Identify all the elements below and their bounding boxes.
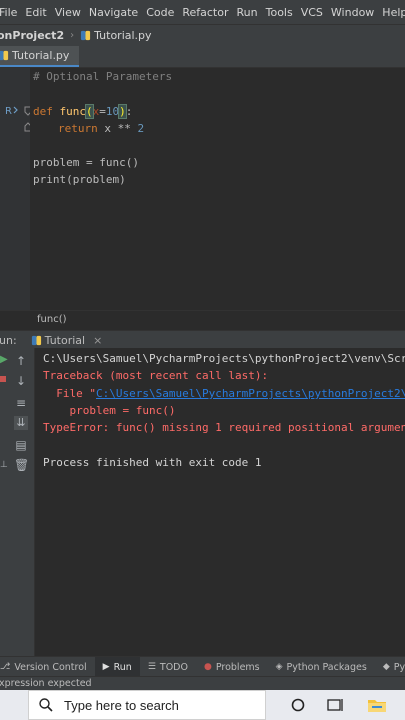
override-marker-icon[interactable]: R — [5, 104, 19, 116]
keyword-def: def — [33, 105, 53, 118]
close-icon[interactable]: × — [93, 334, 102, 347]
packages-icon: ◈ — [275, 662, 283, 672]
breadcrumb-func[interactable]: func() — [37, 314, 67, 325]
tab-label: Tutorial.py — [12, 49, 70, 62]
tool-label: TODO — [159, 661, 188, 673]
cortana-icon[interactable] — [291, 698, 305, 712]
python-console-icon: ◆ — [382, 662, 390, 672]
console-exit: Process finished with exit code 1 — [43, 456, 262, 469]
menu-tools[interactable]: Tools — [262, 6, 297, 19]
menu-view[interactable]: View — [51, 6, 85, 19]
svg-text:R: R — [5, 106, 12, 116]
default-value: 10 — [105, 105, 120, 118]
equals-sign: = — [99, 105, 106, 118]
tool-label: Python Con — [393, 661, 405, 673]
open-paren: ( — [85, 104, 94, 119]
menu-refactor[interactable]: Refactor — [178, 6, 232, 19]
branch-icon: ⎇ — [0, 662, 11, 672]
arrow-up-icon[interactable]: ↑ — [14, 354, 28, 368]
stop-icon[interactable] — [0, 376, 6, 382]
function-name: func — [59, 105, 87, 118]
menu-file[interactable]: File — [0, 6, 21, 19]
editor-tab-bar: Tutorial.py — [0, 46, 405, 68]
trash-icon[interactable]: 🗑 — [14, 458, 29, 472]
return-number: 2 — [137, 122, 145, 135]
windows-taskbar — [0, 690, 405, 720]
tool-version-control[interactable]: ⎇ Version Control — [0, 662, 95, 673]
python-run-icon — [31, 335, 41, 345]
status-message: xpression expected — [0, 678, 92, 689]
search-input[interactable] — [62, 696, 256, 714]
status-bar: xpression expected — [0, 676, 405, 691]
file-prefix: File " — [43, 387, 96, 400]
tab-tutorial-py[interactable]: Tutorial.py — [0, 46, 80, 67]
arrow-down-icon[interactable]: ↓ — [14, 374, 28, 388]
play-icon: ▶ — [102, 662, 110, 672]
run-panel-header: un: Tutorial × — [0, 330, 405, 349]
rerun-icon[interactable]: ▶ — [0, 354, 8, 366]
code-line-def: def func(x=10): — [33, 103, 132, 120]
tool-problems[interactable]: ● Problems — [196, 662, 268, 673]
menu-navigate[interactable]: Navigate — [85, 6, 142, 19]
tool-label: Version Control — [14, 661, 87, 673]
tool-window-bar: ⎇ Version Control ▶ Run ☰ TODO ● Problems ◈ P… — [0, 656, 405, 677]
tool-python-packages[interactable]: ◈ Python Packages — [268, 662, 375, 673]
menu-code[interactable]: Code — [142, 6, 178, 19]
problems-icon: ● — [203, 662, 212, 672]
file-explorer-icon[interactable] — [367, 696, 387, 714]
code-line-return: return x ** 2 — [58, 120, 144, 137]
code-breadcrumb: func() — [0, 310, 405, 331]
taskbar-search[interactable] — [28, 690, 266, 720]
run-toolbar: ▶ ↑ ↓ ≡ ⇊ ▤ 🗑 ⊥ — [0, 348, 35, 658]
editor-gutter: R — [0, 68, 32, 310]
menu-help[interactable]: Help — [378, 6, 405, 19]
tool-todo[interactable]: ☰ TODO — [140, 662, 196, 673]
run-tab-tutorial[interactable]: Tutorial × — [31, 333, 102, 347]
tool-label: Python Packages — [286, 661, 367, 673]
run-label: un: — [0, 333, 17, 347]
task-view-icon[interactable] — [327, 697, 345, 713]
menu-vcs[interactable]: VCS — [297, 6, 327, 19]
code-line-comment: # Optional Parameters — [33, 70, 173, 83]
scroll-to-end-icon[interactable]: ⇊ — [14, 416, 28, 430]
keyword-return: return — [58, 122, 98, 135]
tool-label: Problems — [215, 661, 260, 673]
menu-run[interactable]: Run — [233, 6, 262, 19]
breadcrumb-project[interactable]: onProject2 — [0, 29, 64, 42]
code-line-print: print(problem) — [33, 173, 126, 186]
menu-bar: File Edit View Navigate Code Refactor Ru… — [0, 0, 405, 24]
pin-icon[interactable]: ⊥ — [0, 460, 8, 470]
tool-run[interactable]: ▶ Run — [94, 657, 140, 677]
python-file-icon — [0, 50, 9, 61]
console-error: TypeError: func() missing 1 required pos… — [43, 421, 405, 434]
code-editor[interactable]: # Optional Parameters def func(x=10): re… — [30, 68, 405, 310]
breadcrumb-file[interactable]: Tutorial.py — [94, 29, 151, 42]
print-icon[interactable]: ▤ — [14, 438, 28, 452]
search-icon — [39, 698, 53, 712]
chevron-right-icon: › — [70, 30, 75, 41]
colon: : — [125, 105, 133, 118]
file-link[interactable]: C:\Users\Samuel\PycharmProjects\pythonPr… — [96, 387, 405, 400]
python-file-icon — [81, 30, 91, 41]
close-paren: ) — [118, 104, 127, 119]
run-tab-label: Tutorial — [44, 333, 86, 347]
soft-wrap-icon[interactable]: ≡ — [14, 396, 28, 410]
run-console[interactable]: C:\Users\Samuel\PycharmProjects\pythonPr… — [35, 348, 405, 658]
list-icon: ☰ — [147, 662, 156, 672]
console-problem-line: problem = func() — [43, 404, 176, 417]
tool-label: Run — [113, 661, 132, 673]
console-command: C:\Users\Samuel\PycharmProjects\pythonPr… — [43, 352, 405, 365]
return-expression: x ** — [97, 122, 138, 135]
console-traceback: Traceback (most recent call last): — [43, 369, 269, 382]
menu-edit[interactable]: Edit — [21, 6, 50, 19]
tool-python-console[interactable]: ◆Python Con — [375, 662, 405, 673]
menu-window[interactable]: Window — [327, 6, 378, 19]
navigation-bar: onProject2 › Tutorial.py — [0, 24, 405, 46]
console-file-line: File "C:\Users\Samuel\PycharmProjects\py… — [43, 387, 405, 400]
code-line-call: problem = func() — [33, 156, 139, 169]
